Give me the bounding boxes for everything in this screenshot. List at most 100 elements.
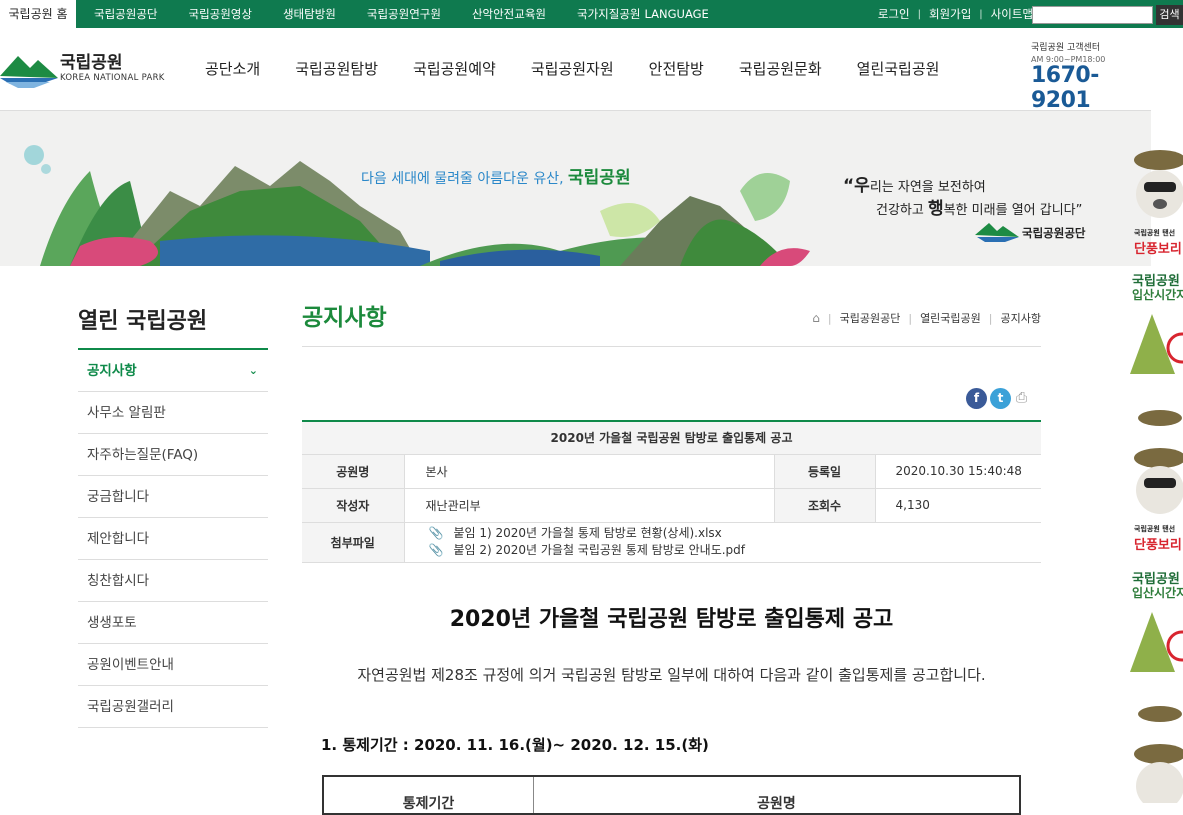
- park-label: 공원명: [302, 454, 405, 489]
- quote-big-letter: 행: [927, 199, 944, 219]
- logo-subtitle: KOREA NATIONAL PARK: [60, 73, 165, 83]
- family-link[interactable]: 국립공원공단: [94, 0, 157, 28]
- gnb-item[interactable]: 국립공원탐방: [278, 28, 396, 111]
- lnb-item[interactable]: 제안합니다: [78, 518, 268, 560]
- quote-big-letter: “우: [843, 176, 870, 196]
- ranger-bear-icon: [1134, 706, 1183, 803]
- cs-phone: 1670-9201: [1031, 63, 1099, 113]
- family-link[interactable]: 산악안전교육원: [472, 0, 546, 28]
- logo-title: 국립공원: [60, 53, 123, 73]
- gnb-item[interactable]: 국립공원자원: [514, 28, 632, 111]
- document-section-heading: 1. 통제기간 : 2020. 11. 16.(월)~ 2020. 12. 15…: [321, 736, 709, 754]
- family-link[interactable]: 국가지질공원: [577, 0, 640, 28]
- author-value: 재난관리부: [404, 488, 775, 523]
- site-logo[interactable]: 국립공원 KOREA NATIONAL PARK: [0, 46, 170, 96]
- breadcrumb: ⌂ | 국립공원공단 | 열린국립공원 | 공지사항: [812, 310, 1041, 326]
- date-label: 등록일: [774, 454, 876, 489]
- float-label: 국립공원 탠선: [1134, 525, 1176, 533]
- join-link[interactable]: 회원가입: [929, 6, 971, 22]
- divider: |: [979, 8, 983, 20]
- lnb-item[interactable]: 사무소 알림판: [78, 392, 268, 434]
- floating-side-banner[interactable]: 국립공원 탠선 단풍보리 국립공원 입산시간지 국립공원 탠선 단풍보리 국립공…: [1130, 130, 1183, 803]
- print-icon[interactable]: ⎙: [1016, 388, 1032, 409]
- lnb-item[interactable]: 칭찬합시다: [78, 560, 268, 602]
- home-icon[interactable]: ⌂: [812, 311, 820, 325]
- search-button[interactable]: 검색: [1156, 5, 1183, 25]
- paperclip-icon: 📎: [428, 543, 444, 557]
- banner-quote-line2: 건강하고 행복한 미래를 열어 갑니다”: [876, 194, 1082, 219]
- mountain-clock-icon: [1130, 612, 1183, 672]
- gnb-item[interactable]: 공단소개: [188, 28, 278, 111]
- cs-label: 국립공원 고객센터: [1031, 43, 1101, 53]
- member-links: 로그인 | 회원가입 | 사이트맵: [878, 0, 1033, 28]
- divider: |: [917, 8, 921, 20]
- title-divider: [302, 346, 1041, 347]
- mountain-clock-icon: [1130, 314, 1183, 374]
- lnb-title: 열린 국립공원: [78, 309, 208, 334]
- lnb-item[interactable]: 생생포토: [78, 602, 268, 644]
- lnb-item-notice[interactable]: 공지사항 ⌄: [78, 350, 268, 392]
- float-label-green: 입산시간지: [1132, 586, 1183, 600]
- facebook-share-icon[interactable]: f: [966, 388, 987, 409]
- table-header-period: 통제기간: [324, 777, 534, 813]
- views-value: 4,130: [875, 488, 1041, 523]
- banner-quote-line1: “우리는 자연을 보전하여: [843, 171, 986, 196]
- customer-center: 국립공원 고객센터 AM 9:00~PM18:00 1670-9201: [1031, 40, 1151, 113]
- table-caption-row: 2020년 가을철 국립공원 탐방로 출입통제 공고: [302, 421, 1041, 455]
- family-link[interactable]: 국립공원연구원: [367, 0, 441, 28]
- closure-table: 통제기간 공원명: [322, 775, 1021, 815]
- top-utility-bar: 국립공원 홈 국립공원공단 국립공원영상 생태탐방원 국립공원연구원 산악안전교…: [0, 0, 1183, 28]
- breadcrumb-item[interactable]: 열린국립공원: [920, 310, 981, 326]
- float-label: 국립공원 탠선: [1134, 229, 1176, 237]
- lnb-item[interactable]: 국립공원갤러리: [78, 686, 268, 728]
- site-header: 국립공원 KOREA NATIONAL PARK 공단소개 국립공원탐방 국립공…: [0, 28, 1151, 113]
- ranger-bear-icon: [1134, 150, 1183, 218]
- slogan-text: 다음 세대에 물려줄 아름다운 유산,: [361, 171, 569, 187]
- share-tools: f t ⎙: [966, 388, 1032, 409]
- gnb-item[interactable]: 국립공원문화: [722, 28, 840, 111]
- breadcrumb-item[interactable]: 국립공원공단: [840, 310, 901, 326]
- quote-text: 복한 미래를 열어 갑니다”: [943, 203, 1083, 218]
- side-navigation: 공지사항 ⌄ 사무소 알림판 자주하는질문(FAQ) 궁금합니다 제안합니다 칭…: [78, 348, 268, 728]
- sitemap-link[interactable]: 사이트맵: [991, 6, 1033, 22]
- main-banner: 다음 세대에 물려줄 아름다운 유산, 국립공원 “우리는 자연을 보전하여 건…: [0, 111, 1151, 266]
- gnb-item[interactable]: 국립공원예약: [396, 28, 514, 111]
- logo-mountain-icon: [0, 56, 58, 88]
- gnb-item[interactable]: 열린국립공원: [840, 28, 958, 111]
- ranger-bear-icon: [1134, 410, 1183, 514]
- lnb-item[interactable]: 궁금합니다: [78, 476, 268, 518]
- attachment-name: 붙임 1) 2020년 가을철 통제 탐방로 현황(상세).xlsx: [453, 526, 722, 540]
- paperclip-icon: 📎: [428, 526, 444, 540]
- family-site-links: 국립공원공단 국립공원영상 생태탐방원 국립공원연구원 산악안전교육원 국가지질…: [94, 0, 740, 28]
- date-value: 2020.10.30 15:40:48: [875, 454, 1041, 489]
- document-title: 2020년 가을철 국립공원 탐방로 출입통제 공고: [449, 607, 894, 632]
- slogan-bold: 국립공원: [568, 168, 631, 188]
- family-link[interactable]: 생태탐방원: [283, 0, 336, 28]
- language-link[interactable]: LANGUAGE: [644, 0, 708, 28]
- notice-subject: 2020년 가을철 국립공원 탐방로 출입통제 공고: [302, 421, 1041, 455]
- table-row: 첨부파일 📎 붙임 1) 2020년 가을철 통제 탐방로 현황(상세).xlsx…: [302, 522, 1042, 563]
- quote-text: 건강하고: [876, 203, 928, 218]
- divider: |: [908, 311, 913, 325]
- attachment-item[interactable]: 📎 붙임 2) 2020년 가을철 국립공원 통제 탐방로 안내도.pdf: [429, 542, 1042, 559]
- gnb-item[interactable]: 안전탐방: [632, 28, 722, 111]
- family-link[interactable]: 국립공원영상: [188, 0, 251, 28]
- notice-detail-table: 2020년 가을철 국립공원 탐방로 출입통제 공고 공원명 본사 등록일 20…: [302, 420, 1041, 563]
- twitter-share-icon[interactable]: t: [990, 388, 1011, 409]
- search-input[interactable]: [1032, 6, 1153, 24]
- attachment-list: 📎 붙임 1) 2020년 가을철 통제 탐방로 현황(상세).xlsx 📎 붙임 …: [404, 522, 1042, 563]
- breadcrumb-item[interactable]: 공지사항: [1001, 310, 1041, 326]
- lnb-item[interactable]: 자주하는질문(FAQ): [78, 434, 268, 476]
- attachment-name: 붙임 2) 2020년 가을철 국립공원 통제 탐방로 안내도.pdf: [453, 543, 746, 557]
- document-paragraph: 자연공원법 제28조 규정에 의거 국립공원 탐방로 일부에 대하여 다음과 같…: [357, 666, 986, 684]
- divider: |: [988, 311, 993, 325]
- files-label: 첨부파일: [302, 522, 405, 563]
- quote-text: 리는 자연을 보전하여: [869, 180, 986, 195]
- attachment-item[interactable]: 📎 붙임 1) 2020년 가을철 통제 탐방로 현황(상세).xlsx: [429, 525, 1042, 542]
- lnb-item[interactable]: 공원이벤트안내: [78, 644, 268, 686]
- home-link[interactable]: 국립공원 홈: [0, 0, 76, 28]
- float-label-red: 단풍보리: [1134, 242, 1182, 257]
- login-link[interactable]: 로그인: [878, 6, 910, 22]
- author-label: 작성자: [302, 488, 405, 523]
- lnb-item-label: 공지사항: [87, 363, 137, 379]
